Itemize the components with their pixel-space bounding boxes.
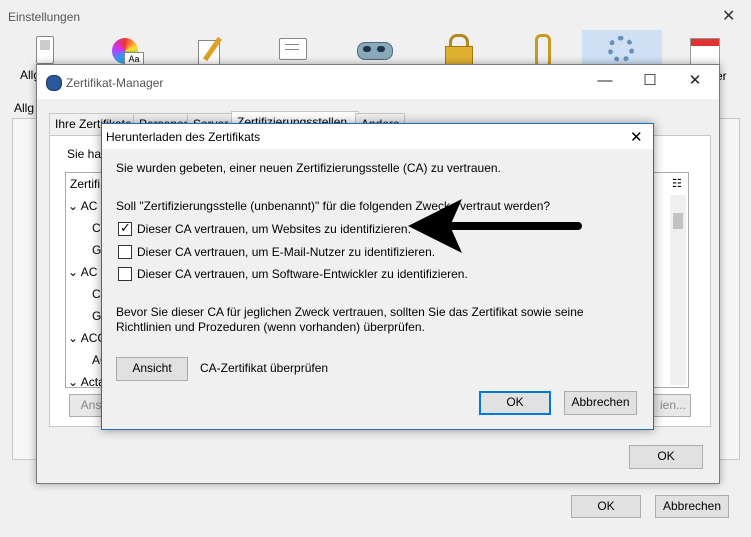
trust-software-checkbox[interactable] xyxy=(118,267,132,281)
section-label: Allg xyxy=(14,101,35,115)
trust-websites-label[interactable]: Dieser CA vertrauen, um Websites zu iden… xyxy=(137,222,411,236)
dialog-ok-button[interactable]: OK xyxy=(479,391,551,415)
trust-email-option[interactable]: Dieser CA vertrauen, um E-Mail-Nutzer zu… xyxy=(118,244,438,262)
dialog-message-1: Sie wurden gebeten, einer neuen Zertifiz… xyxy=(116,161,501,175)
trust-email-label[interactable]: Dieser CA vertrauen, um E-Mail-Nutzer zu… xyxy=(137,245,435,259)
dialog-close-icon[interactable]: ✕ xyxy=(630,128,643,146)
einstellungen-title: Einstellungen xyxy=(8,10,81,24)
cert-manager-title: Zertifikat-Manager xyxy=(66,76,164,90)
trust-websites-checkbox[interactable] xyxy=(118,220,132,236)
dialog-cancel-button[interactable]: Abbrechen xyxy=(564,391,637,415)
maximize-icon[interactable]: ☐ xyxy=(628,67,672,95)
cert-manager-titlebar: Zertifikat-Manager — ☐ ✕ xyxy=(37,65,719,99)
trust-software-option[interactable]: Dieser CA vertrauen, um Software-Entwick… xyxy=(118,266,468,284)
tree-row[interactable]: ⌄ Acta xyxy=(68,375,105,387)
trust-email-checkbox[interactable] xyxy=(118,245,132,259)
firefox-icon xyxy=(46,75,62,91)
tree-column-header[interactable]: Zertifi xyxy=(70,177,100,191)
minimize-icon[interactable]: — xyxy=(583,67,627,95)
annotation-arrow-icon xyxy=(408,199,582,253)
einstellungen-cancel-button[interactable]: Abbrechen xyxy=(655,495,729,518)
download-dialog-titlebar: Herunterladen des Zertifikats ✕ xyxy=(102,124,653,149)
trust-websites-option[interactable]: Dieser CA vertrauen, um Websites zu iden… xyxy=(118,220,418,239)
download-dialog-title: Herunterladen des Zertifikats xyxy=(106,130,261,144)
tree-scrollbar[interactable] xyxy=(670,195,686,385)
column-picker-icon[interactable]: ☷ xyxy=(672,177,682,190)
einstellungen-close-icon[interactable]: ✕ xyxy=(722,6,735,26)
einstellungen-ok-button[interactable]: OK xyxy=(571,495,641,518)
download-dialog: Herunterladen des Zertifikats ✕ Sie wurd… xyxy=(101,123,654,430)
view-caption: CA-Zertifikat überprüfen xyxy=(200,361,329,375)
switch-icon xyxy=(36,36,54,64)
dialog-message-3: Bevor Sie dieser CA für jeglichen Zweck … xyxy=(116,305,584,334)
cert-intro-text: Sie hal xyxy=(67,147,104,161)
ansicht-button[interactable]: Ansicht xyxy=(116,357,188,381)
gear-icon xyxy=(608,36,634,62)
trust-software-label[interactable]: Dieser CA vertrauen, um Software-Entwick… xyxy=(137,267,468,281)
cert-manager-ok-button[interactable]: OK xyxy=(629,445,703,469)
close-icon[interactable]: ✕ xyxy=(673,67,717,95)
